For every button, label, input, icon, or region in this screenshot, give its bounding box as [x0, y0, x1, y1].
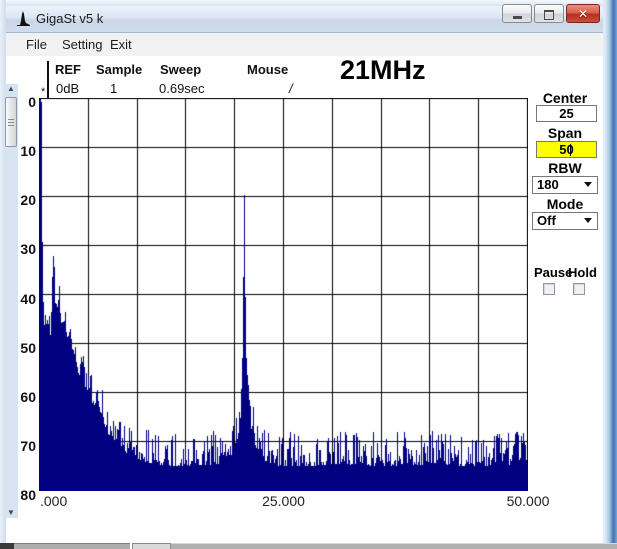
vertical-scrollbar[interactable]: ▲ ▼ [4, 84, 18, 518]
menu-bar: File Setting Exit [6, 33, 603, 56]
text-caret [570, 144, 571, 156]
sample-value: 1 [110, 81, 117, 96]
mode-label: Mode [530, 196, 600, 212]
close-button[interactable]: ✕ [566, 4, 600, 23]
center-input[interactable]: 25 [536, 105, 597, 122]
thumb-grip [8, 125, 14, 126]
background-window-edge [171, 543, 617, 549]
scroll-down-icon[interactable]: ▼ [4, 508, 18, 518]
ref-marker: * [41, 86, 45, 98]
x-tick-label: .000 [40, 494, 67, 509]
hold-checkbox[interactable] [573, 283, 585, 295]
close-icon: ✕ [578, 7, 588, 21]
span-input[interactable]: 50 [536, 141, 597, 158]
ref-value: 0dB [56, 81, 79, 96]
background-window-edge [14, 543, 130, 549]
window-border-right[interactable] [603, 0, 617, 543]
rbw-dropdown[interactable]: 180 [532, 176, 598, 194]
scroll-up-icon[interactable]: ▲ [4, 84, 18, 94]
background-window-edge [0, 543, 14, 549]
sweep-value: 0.69sec [159, 81, 205, 96]
pause-checkbox[interactable] [543, 283, 555, 295]
span-label: Span [530, 125, 600, 141]
minimize-icon [513, 16, 522, 19]
mouse-value: / [289, 81, 293, 96]
x-tick-label: 25.000 [262, 494, 305, 509]
frequency-title: 21MHz [340, 55, 426, 86]
thumb-grip [8, 122, 14, 123]
span-value: 50 [559, 142, 573, 157]
rbw-value: 180 [537, 177, 559, 192]
maximize-button[interactable] [534, 4, 564, 23]
mode-dropdown[interactable]: Off [532, 212, 598, 230]
menu-item-exit[interactable]: Exit [106, 36, 136, 53]
header-divider [47, 61, 49, 98]
x-tick-label: 50.000 [507, 494, 550, 509]
spectrum-canvas[interactable] [39, 98, 528, 491]
chevron-down-icon [584, 182, 592, 187]
window-title: GigaSt v5 k [36, 11, 103, 26]
hold-label: Hold [568, 265, 597, 280]
center-value: 25 [559, 106, 573, 121]
chevron-down-icon [584, 218, 592, 223]
background-window-edge [132, 543, 171, 549]
mode-value: Off [537, 213, 556, 228]
center-label: Center [530, 90, 600, 106]
sample-label: Sample [96, 62, 142, 77]
menu-item-file[interactable]: File [22, 36, 51, 53]
maximize-icon [544, 10, 554, 20]
sweep-label: Sweep [160, 62, 201, 77]
minimize-button[interactable] [502, 4, 532, 23]
rbw-label: RBW [530, 160, 600, 176]
thumb-grip [8, 119, 14, 120]
menu-item-setting[interactable]: Setting [58, 36, 106, 53]
app-window: GigaSt v5 k ✕ File Setting Exit * REF Sa… [0, 0, 617, 549]
ref-label: REF [55, 62, 81, 77]
pause-label: Pause [534, 265, 572, 280]
mouse-label: Mouse [247, 62, 288, 77]
spectrum-peak-icon [15, 10, 32, 27]
scrollbar-thumb[interactable] [5, 97, 17, 147]
